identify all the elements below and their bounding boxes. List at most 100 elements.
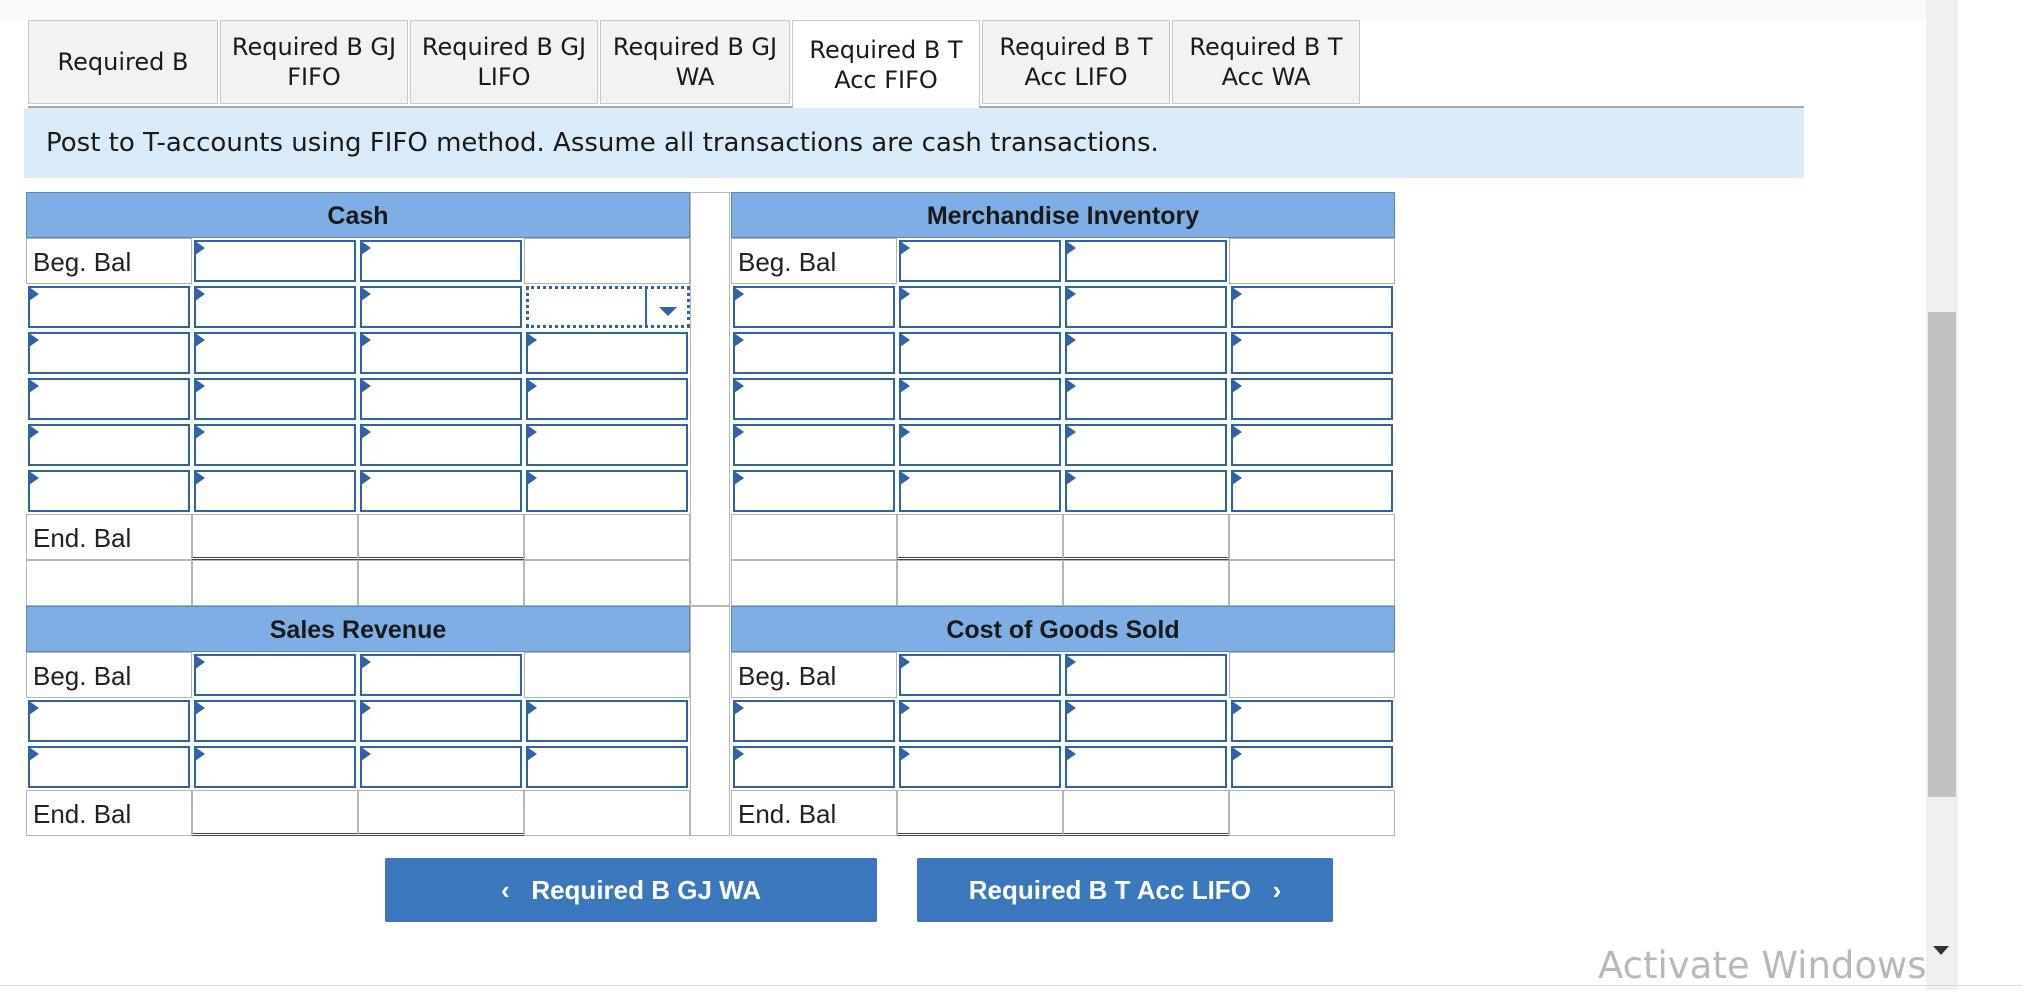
sales-beg-credit-input[interactable] xyxy=(360,654,522,696)
input-marker-icon xyxy=(1232,747,1242,761)
inventory-beg-bal-label: Beg. Bal xyxy=(731,238,897,284)
cash-entry-input[interactable] xyxy=(526,424,688,466)
cash-entry-input[interactable] xyxy=(28,378,190,420)
tab-required-b-gj-fifo[interactable]: Required B GJ FIFO xyxy=(220,20,408,104)
input-marker-icon xyxy=(1232,425,1242,439)
inventory-beg-debit-input[interactable] xyxy=(899,240,1061,282)
inventory-entry-input[interactable] xyxy=(1065,332,1227,374)
cash-beg-credit-input[interactable] xyxy=(360,240,522,282)
inventory-beg-blank xyxy=(1229,238,1395,284)
cash-entry-input[interactable] xyxy=(194,424,356,466)
input-marker-icon xyxy=(900,333,910,347)
sales-entry-input[interactable] xyxy=(28,746,190,788)
instruction-banner: Post to T-accounts using FIFO method. As… xyxy=(24,108,1804,178)
tab-required-b-gj-wa[interactable]: Required B GJ WA xyxy=(600,20,790,104)
cash-entry-input[interactable] xyxy=(194,332,356,374)
sales-beg-debit-input[interactable] xyxy=(194,654,356,696)
cogs-entry-input[interactable] xyxy=(1231,700,1393,742)
inventory-entry-input[interactable] xyxy=(899,470,1061,512)
tab-required-b-t-acc-lifo[interactable]: Required B T Acc LIFO xyxy=(982,20,1170,104)
cogs-beg-debit-input[interactable] xyxy=(899,654,1061,696)
sales-entry-input[interactable] xyxy=(194,746,356,788)
cash-entry-input[interactable] xyxy=(28,332,190,374)
inventory-entry-input[interactable] xyxy=(1231,424,1393,466)
tab-required-b-t-acc-wa[interactable]: Required B T Acc WA xyxy=(1172,20,1360,104)
cash-entry-input[interactable] xyxy=(28,286,190,328)
cogs-entry-input[interactable] xyxy=(733,746,895,788)
tab-required-b-gj-lifo[interactable]: Required B GJ LIFO xyxy=(410,20,598,104)
inventory-entry-input[interactable] xyxy=(1065,424,1227,466)
input-marker-icon xyxy=(29,747,39,761)
cash-entry-input[interactable] xyxy=(194,286,356,328)
inventory-entry-input[interactable] xyxy=(733,378,895,420)
inventory-spacer-cell xyxy=(897,560,1063,606)
cash-entry-input[interactable] xyxy=(28,424,190,466)
cogs-entry-input[interactable] xyxy=(1231,746,1393,788)
inventory-entry-input[interactable] xyxy=(733,286,895,328)
cash-spacer-cell xyxy=(358,560,524,606)
input-marker-icon xyxy=(527,425,537,439)
cash-beg-debit-input[interactable] xyxy=(194,240,356,282)
inventory-end-blank xyxy=(1229,514,1395,560)
cash-end-credit-total xyxy=(358,514,524,560)
inventory-entry-input[interactable] xyxy=(1065,470,1227,512)
inventory-entry-input[interactable] xyxy=(733,332,895,374)
cash-entry-input[interactable] xyxy=(360,378,522,420)
sales-beg-bal-label: Beg. Bal xyxy=(26,652,192,698)
input-marker-icon xyxy=(527,747,537,761)
cash-entry-input[interactable] xyxy=(360,424,522,466)
input-marker-icon xyxy=(361,241,371,255)
cogs-entry-input[interactable] xyxy=(1065,700,1227,742)
cogs-entry-input[interactable] xyxy=(899,746,1061,788)
input-marker-icon xyxy=(195,655,205,669)
inventory-entry-input[interactable] xyxy=(733,470,895,512)
cogs-entry-input[interactable] xyxy=(733,700,895,742)
inventory-entry-input[interactable] xyxy=(1065,378,1227,420)
sales-entry-input[interactable] xyxy=(526,746,688,788)
cash-entry-input[interactable] xyxy=(28,470,190,512)
cash-entry-input[interactable] xyxy=(360,470,522,512)
inventory-beg-credit-input[interactable] xyxy=(1065,240,1227,282)
inventory-entry-input[interactable] xyxy=(899,424,1061,466)
inventory-entry-input[interactable] xyxy=(899,286,1061,328)
cash-entry-input[interactable] xyxy=(526,470,688,512)
bottom-divider xyxy=(0,985,2022,986)
input-marker-icon xyxy=(900,425,910,439)
prev-button[interactable]: ‹ Required B GJ WA xyxy=(385,858,877,922)
cogs-entry-input[interactable] xyxy=(1065,746,1227,788)
sales-entry-input[interactable] xyxy=(194,700,356,742)
sales-entry-input[interactable] xyxy=(360,700,522,742)
next-button[interactable]: Required B T Acc LIFO › xyxy=(917,858,1333,922)
inventory-entry-input[interactable] xyxy=(1231,470,1393,512)
inventory-entry-input[interactable] xyxy=(1231,286,1393,328)
scrollbar-thumb[interactable] xyxy=(1928,312,1956,797)
cash-account-dropdown[interactable] xyxy=(526,286,690,328)
inventory-entry-input[interactable] xyxy=(1231,378,1393,420)
cogs-entry-input[interactable] xyxy=(899,700,1061,742)
inventory-entry-input[interactable] xyxy=(1231,332,1393,374)
input-marker-icon xyxy=(734,747,744,761)
cash-entry-input[interactable] xyxy=(194,378,356,420)
sales-account-header: Sales Revenue xyxy=(26,606,690,652)
tab-required-b[interactable]: Required B xyxy=(28,20,218,104)
input-marker-icon xyxy=(1232,287,1242,301)
sales-entry-input[interactable] xyxy=(526,700,688,742)
cogs-beg-credit-input[interactable] xyxy=(1065,654,1227,696)
scroll-down-icon[interactable] xyxy=(1933,946,1949,955)
sales-end-credit-total xyxy=(358,790,524,836)
tab-required-b-t-acc-fifo[interactable]: Required B T Acc FIFO xyxy=(792,20,980,108)
cash-entry-input[interactable] xyxy=(194,470,356,512)
cash-entry-input[interactable] xyxy=(360,286,522,328)
inventory-entry-input[interactable] xyxy=(899,332,1061,374)
sales-entry-input[interactable] xyxy=(28,700,190,742)
inventory-entry-input[interactable] xyxy=(733,424,895,466)
inventory-entry-input[interactable] xyxy=(899,378,1061,420)
inventory-entry-input[interactable] xyxy=(1065,286,1227,328)
sales-entry-input[interactable] xyxy=(360,746,522,788)
cash-entry-input[interactable] xyxy=(526,332,688,374)
sales-end-bal-label: End. Bal xyxy=(26,790,192,836)
prev-button-label: Required B GJ WA xyxy=(531,875,762,905)
cash-entry-input[interactable] xyxy=(360,332,522,374)
cash-entry-input[interactable] xyxy=(526,378,688,420)
cogs-end-blank xyxy=(1229,790,1395,836)
